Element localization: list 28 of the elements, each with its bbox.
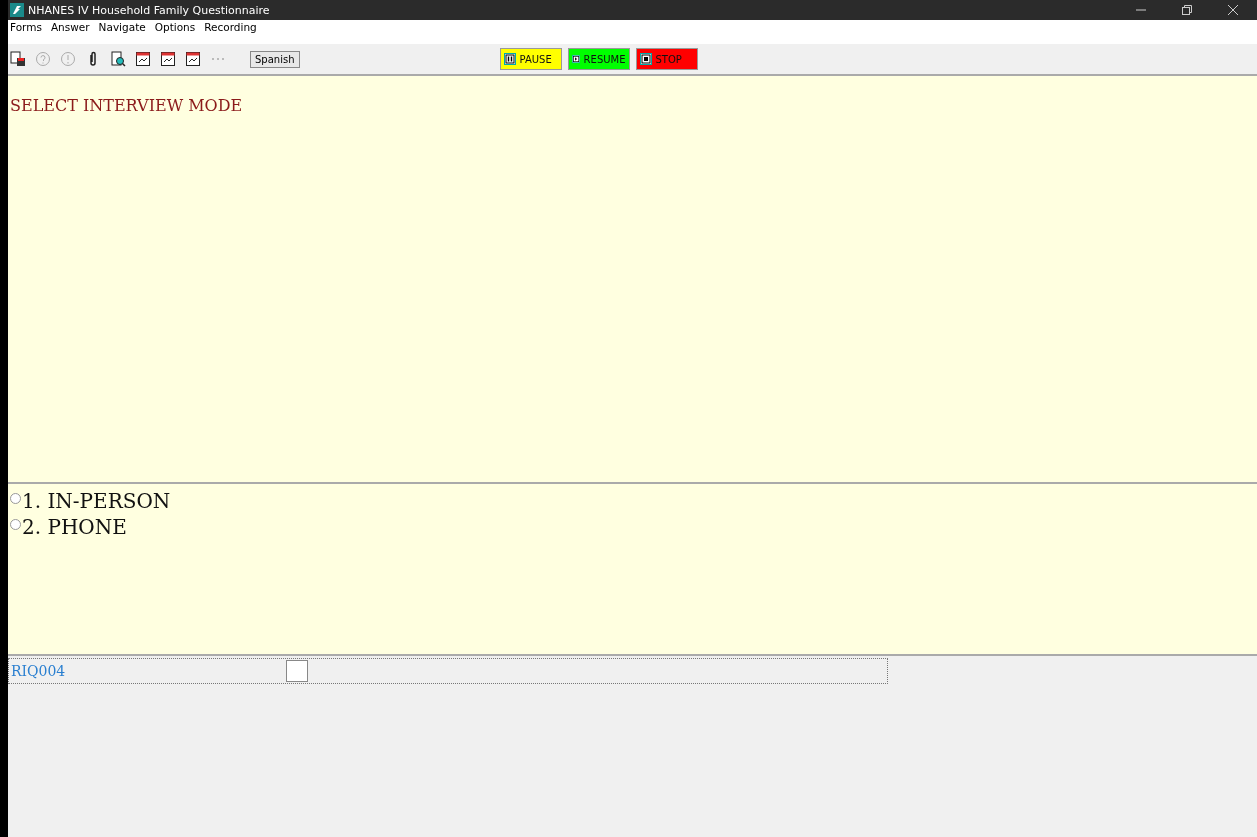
menu-item[interactable]: Recording	[204, 21, 257, 33]
form-icon[interactable]	[135, 51, 151, 67]
app-icon	[10, 3, 24, 17]
document-search-icon[interactable]	[110, 51, 126, 67]
save-icon[interactable]	[10, 51, 26, 67]
menu-item[interactable]: Forms	[10, 21, 42, 33]
form-icon[interactable]	[185, 51, 201, 67]
menu-item[interactable]: Navigate	[98, 21, 146, 33]
recording-button[interactable]: PAUSE	[499, 48, 562, 70]
language-button[interactable]: Spanish	[250, 50, 300, 68]
pause-icon	[503, 53, 516, 65]
recording-button[interactable]: RESUME	[567, 48, 630, 70]
answer-option[interactable]: 2. PHONE	[8, 514, 1257, 540]
recording-button[interactable]: STOP	[635, 48, 698, 70]
stop-icon	[639, 53, 652, 65]
play-icon	[571, 53, 580, 65]
close-icon[interactable]	[1227, 4, 1239, 16]
answer-field[interactable]	[286, 660, 308, 682]
question-text: SELECT INTERVIEW MODE	[10, 96, 243, 115]
radio-button[interactable]	[10, 492, 21, 504]
menu-item[interactable]: Options	[154, 21, 196, 33]
radio-button[interactable]	[10, 518, 21, 530]
answer-option[interactable]: 1. IN-PERSON	[8, 488, 1257, 514]
window-title: NHANES IV Household Family Questionnaire	[28, 3, 271, 17]
restore-icon[interactable]	[1181, 4, 1193, 16]
form-icon[interactable]	[160, 51, 176, 67]
field-name: RIQ004	[10, 663, 67, 679]
menu-item[interactable]: Answer	[50, 21, 90, 33]
